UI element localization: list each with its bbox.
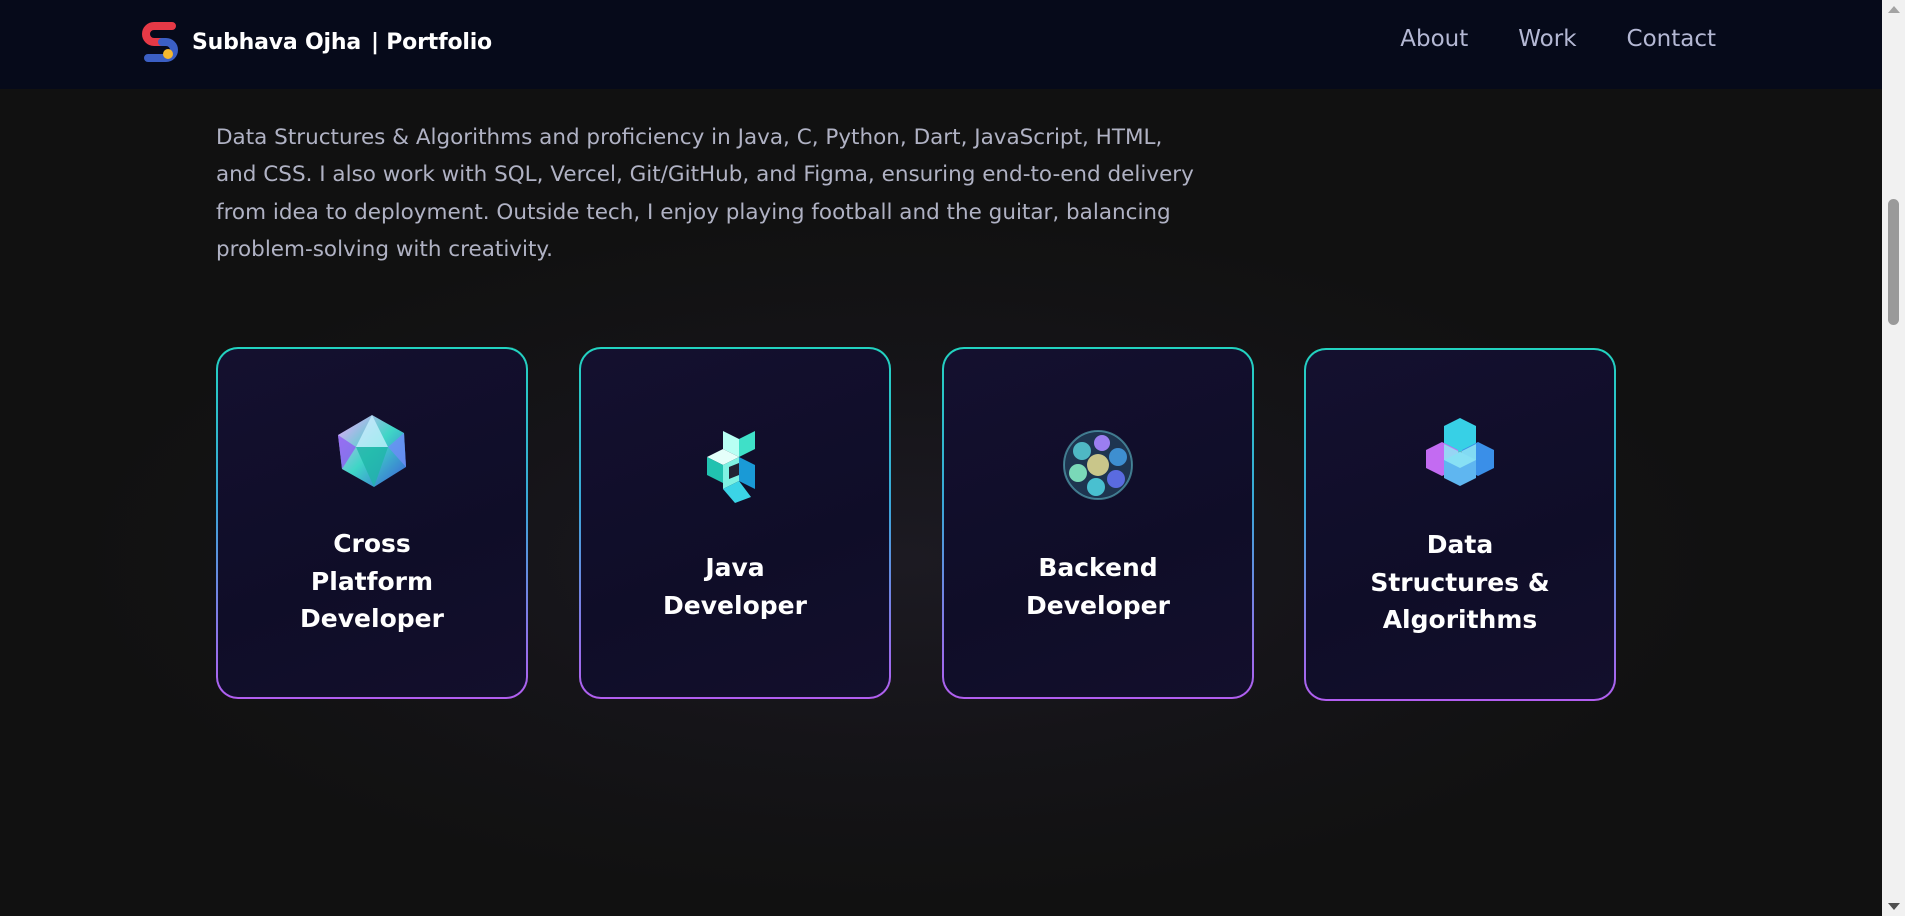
about-line: Data Structures & Algorithms and profici… [216, 124, 1163, 150]
brand-suffix: | Portfolio [370, 29, 492, 55]
brand-title: Subhava Ojha | Portfolio [192, 30, 492, 55]
title-line: Cross [333, 529, 411, 558]
brand-name: Subhava Ojha [192, 29, 361, 55]
nav-link-about[interactable]: About [1400, 26, 1468, 52]
service-card-title: Cross Platform Developer [218, 525, 526, 638]
scrollbar-thumb[interactable] [1888, 199, 1899, 325]
service-card-title: Data Structures & Algorithms [1306, 526, 1614, 639]
service-card-title: Java Developer [581, 549, 889, 624]
main-nav: About Work Contact [1350, 26, 1716, 52]
site-header: Subhava Ojha | Portfolio About Work Conta… [0, 0, 1882, 89]
nav-link-contact[interactable]: Contact [1627, 26, 1716, 52]
service-card-dsa[interactable]: Data Structures & Algorithms [1304, 348, 1616, 701]
service-card-title: Backend Developer [944, 549, 1252, 624]
title-line: Java [705, 553, 765, 582]
about-line: from idea to deployment. Outside tech, I… [216, 199, 1171, 225]
service-card-java[interactable]: Java Developer [579, 347, 891, 699]
logo-s-icon [142, 22, 178, 62]
nav-link-work[interactable]: Work [1518, 26, 1576, 52]
service-card-backend[interactable]: Backend Developer [942, 347, 1254, 699]
about-paragraph: Data Structures & Algorithms and profici… [216, 119, 1206, 269]
title-line: Algorithms [1382, 605, 1538, 634]
brand-logo-link[interactable]: Subhava Ojha | Portfolio [142, 20, 492, 64]
hex-cubes-icon [1426, 418, 1494, 486]
title-line: Developer [300, 604, 444, 633]
page-viewport: Subhava Ojha | Portfolio About Work Conta… [0, 0, 1905, 916]
title-line: Structures & [1370, 567, 1550, 597]
service-card-cross-platform[interactable]: Cross Platform Developer [216, 347, 528, 699]
title-line: Backend [1038, 553, 1158, 582]
icosahedron-icon [338, 415, 406, 487]
about-line: and CSS. I also work with SQL, Vercel, G… [216, 162, 1194, 187]
title-line: Developer [663, 590, 807, 620]
sphere-cluster-icon [1063, 430, 1133, 500]
title-line: Developer [1026, 590, 1170, 620]
title-line: Data [1426, 530, 1494, 559]
about-line: problem-solving with creativity. [216, 237, 553, 262]
cube-knot-icon [707, 431, 755, 503]
title-line: Platform [310, 566, 434, 596]
scroll-up-arrow-icon[interactable] [1888, 6, 1900, 13]
page-scrollbar[interactable] [1882, 0, 1905, 916]
scroll-down-arrow-icon[interactable] [1888, 903, 1900, 910]
